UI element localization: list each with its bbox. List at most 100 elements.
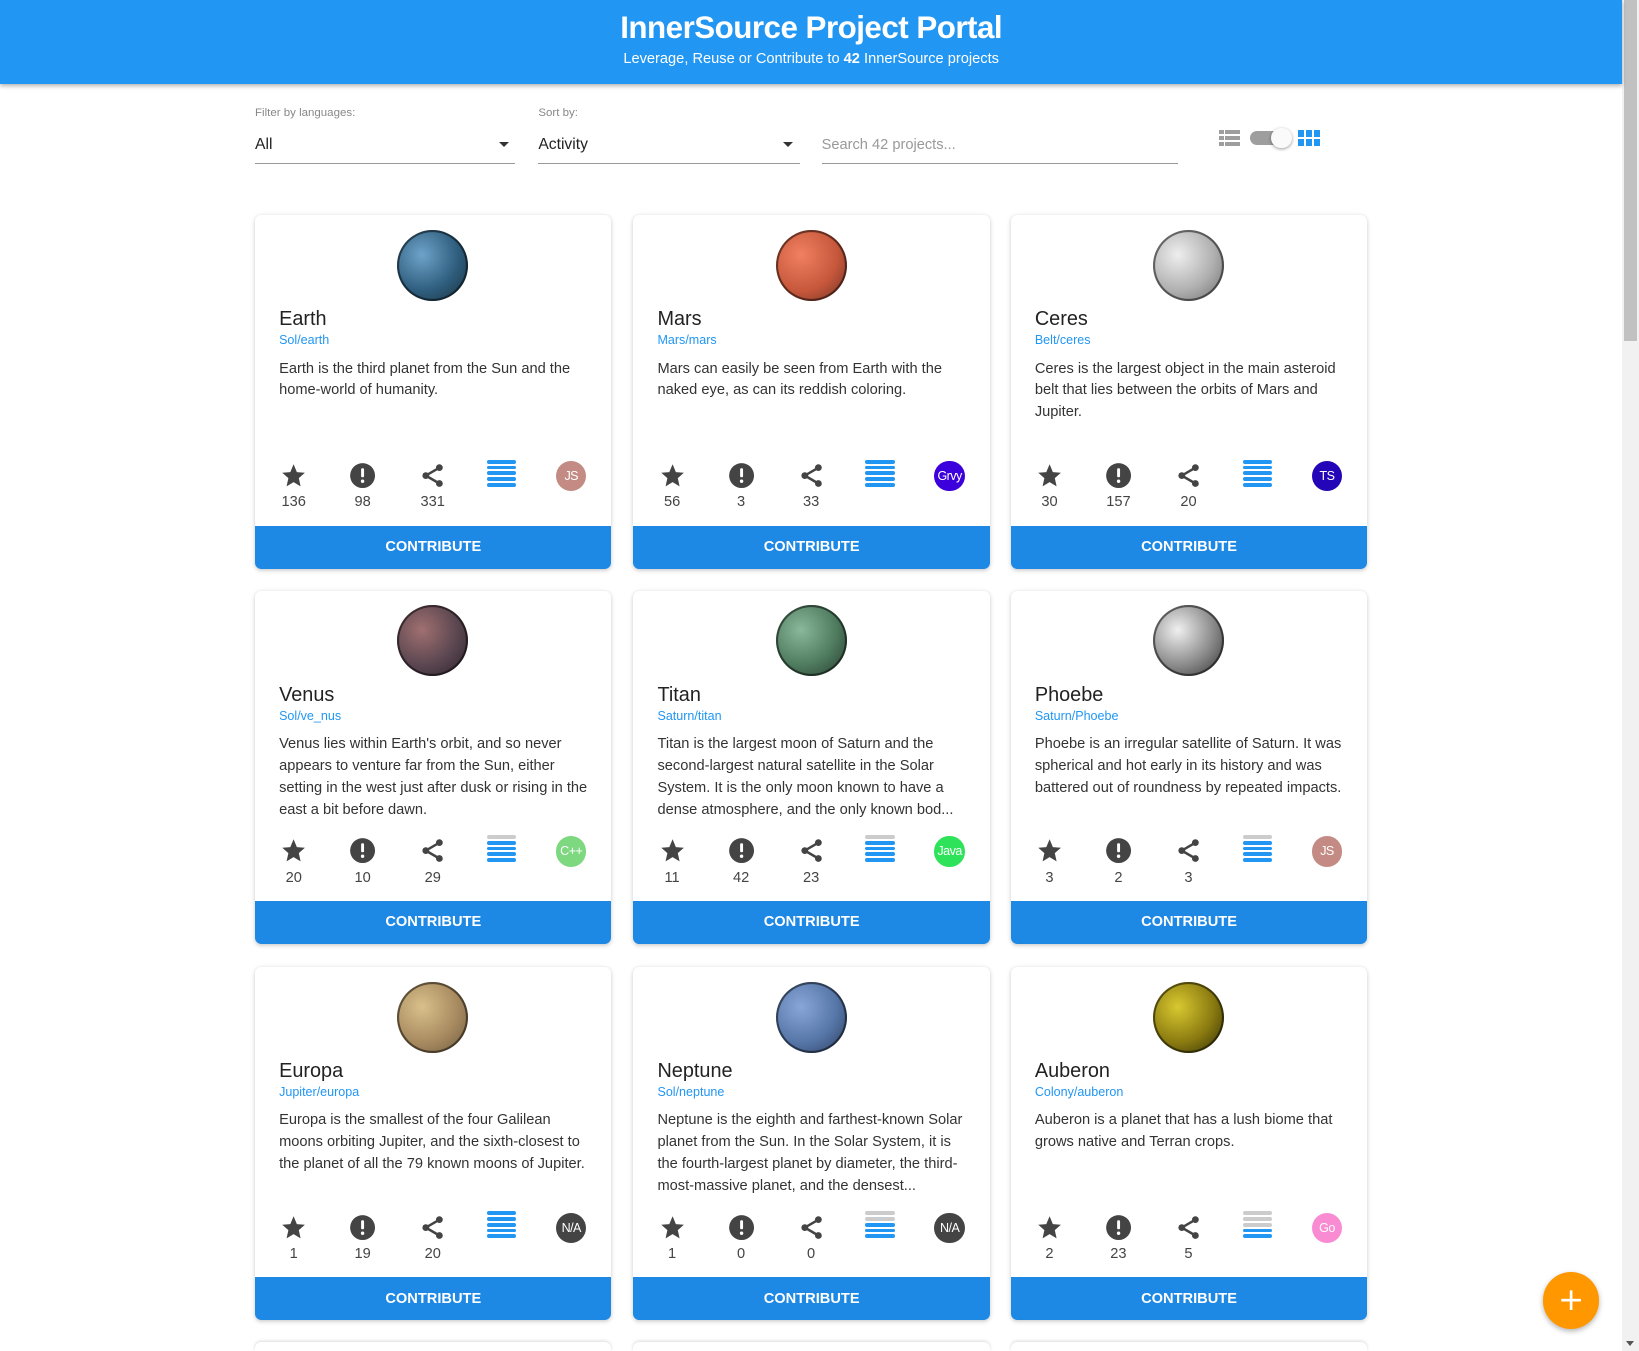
forks-stat: 20	[1168, 461, 1210, 510]
repo-link[interactable]: Sol/ve_nus	[279, 709, 341, 723]
switch-knob[interactable]	[1271, 127, 1292, 149]
contribute-button[interactable]: CONTRIBUTE	[255, 1277, 612, 1321]
issue-icon	[342, 461, 384, 490]
issue-icon	[720, 836, 762, 865]
project-title[interactable]: Auberon	[1035, 1060, 1110, 1083]
repo-link[interactable]: Saturn/Phoebe	[1035, 709, 1119, 723]
activity-bar	[1242, 846, 1273, 851]
language-filter[interactable]: Filter by languages: All	[255, 107, 516, 165]
repo-link[interactable]: Colony/auberon	[1035, 1085, 1123, 1099]
repo-link[interactable]: Jupiter/europa	[279, 1085, 359, 1099]
repo-link[interactable]: Saturn/titan	[657, 709, 721, 723]
search-input[interactable]	[821, 127, 1179, 165]
project-logo[interactable]	[397, 605, 469, 677]
add-project-button[interactable]: +	[1542, 1272, 1600, 1329]
subtitle-text-end: InnerSource projects	[859, 50, 999, 67]
activity-bar	[487, 1228, 517, 1233]
language-select-value: All	[255, 136, 273, 154]
forks-count: 20	[1180, 494, 1197, 511]
issues-stat: 42	[720, 836, 762, 886]
contribute-button[interactable]: CONTRIBUTE	[255, 901, 612, 944]
contribute-button[interactable]: CONTRIBUTE	[1010, 525, 1368, 569]
issues-count: 3	[737, 494, 746, 511]
project-logo[interactable]	[397, 981, 469, 1053]
star-icon	[273, 461, 315, 490]
project-title[interactable]: Venus	[279, 684, 334, 707]
project-description: Europa is the smallest of the four Galil…	[279, 1112, 585, 1172]
stars-stat: 1	[273, 1213, 315, 1262]
forks-stat: 23	[790, 836, 832, 886]
scroll-down-arrow-icon[interactable]	[1626, 1341, 1635, 1347]
share-icon	[790, 836, 832, 865]
stars-stat: 1	[651, 1213, 693, 1262]
project-logo[interactable]	[1152, 981, 1225, 1053]
forks-stat: 20	[412, 1213, 454, 1262]
repo-link[interactable]: Belt/ceres	[1035, 333, 1091, 347]
activity-icon	[1242, 1211, 1273, 1239]
issues-count: 0	[737, 1245, 746, 1262]
contribute-button[interactable]: CONTRIBUTE	[255, 525, 612, 569]
repo-link[interactable]: Sol/neptune	[657, 1085, 724, 1099]
scrollbar-thumb[interactable]	[1624, 0, 1637, 341]
issues-stat: 2	[1098, 836, 1140, 886]
activity-bar	[865, 1228, 895, 1233]
stars-stat: 3	[1029, 836, 1071, 886]
project-logo[interactable]	[775, 605, 847, 677]
project-card-partial	[633, 1342, 990, 1351]
project-title[interactable]: Europa	[279, 1060, 343, 1083]
activity-icon	[865, 1211, 895, 1239]
repo-link[interactable]: Sol/earth	[279, 333, 329, 347]
issue-icon	[342, 1213, 384, 1242]
project-title[interactable]: Earth	[279, 308, 326, 331]
project-title[interactable]: Titan	[657, 684, 700, 707]
activity-bar	[1242, 1228, 1273, 1233]
contribute-button[interactable]: CONTRIBUTE	[1010, 901, 1368, 944]
list-view-icon[interactable]	[1218, 129, 1240, 147]
project-logo[interactable]	[1152, 605, 1225, 677]
forks-count: 33	[802, 494, 820, 511]
project-title[interactable]: Mars	[657, 308, 701, 331]
issue-icon	[1098, 461, 1140, 490]
project-card: Venus Sol/ve_nus Venus lies within Earth…	[255, 590, 612, 944]
contribute-button[interactable]: CONTRIBUTE	[633, 901, 990, 944]
project-card: Ceres Belt/ceres Ceres is the largest ob…	[1010, 215, 1368, 569]
project-title[interactable]: Ceres	[1035, 308, 1088, 331]
issues-count: 10	[354, 869, 371, 886]
issues-stat: 19	[342, 1213, 384, 1262]
language-badge: Java	[934, 836, 965, 867]
project-logo[interactable]	[775, 981, 847, 1053]
star-icon	[273, 836, 315, 865]
forks-stat: 3	[1168, 836, 1210, 886]
project-logo[interactable]	[775, 229, 847, 302]
project-title[interactable]: Neptune	[657, 1060, 732, 1083]
share-icon	[1168, 1213, 1210, 1242]
grid-view-icon[interactable]	[1298, 129, 1321, 147]
activity-bar	[1242, 482, 1273, 487]
project-title[interactable]: Phoebe	[1035, 684, 1103, 707]
language-select[interactable]: All	[255, 128, 516, 165]
activity-bar	[865, 1217, 895, 1221]
stars-count: 136	[281, 494, 306, 511]
issues-count: 23	[1110, 1245, 1127, 1262]
project-logo[interactable]	[397, 229, 469, 302]
scrollbar[interactable]	[1622, 0, 1639, 1351]
language-badge: JS	[1311, 836, 1343, 867]
repo-link[interactable]: Mars/mars	[657, 333, 716, 347]
contribute-button[interactable]: CONTRIBUTE	[1010, 1277, 1368, 1321]
sort-select[interactable]: Activity	[538, 128, 800, 165]
contribute-button[interactable]: CONTRIBUTE	[633, 525, 990, 569]
contribute-button[interactable]: CONTRIBUTE	[633, 1277, 990, 1321]
project-logo[interactable]	[1152, 229, 1225, 302]
activity-bar	[487, 477, 517, 481]
project-card-partial	[255, 1342, 612, 1351]
view-switch[interactable]	[1250, 127, 1292, 149]
activity-bar	[1242, 835, 1273, 839]
sort-filter[interactable]: Sort by: Activity	[538, 107, 800, 165]
stars-stat: 11	[651, 836, 693, 886]
language-badge: N/A	[934, 1212, 965, 1243]
language-badge: TS	[1311, 460, 1343, 492]
activity-bar	[865, 471, 895, 476]
activity-bar	[487, 1217, 517, 1221]
activity-bar	[487, 465, 517, 470]
activity-bar	[865, 1234, 895, 1239]
